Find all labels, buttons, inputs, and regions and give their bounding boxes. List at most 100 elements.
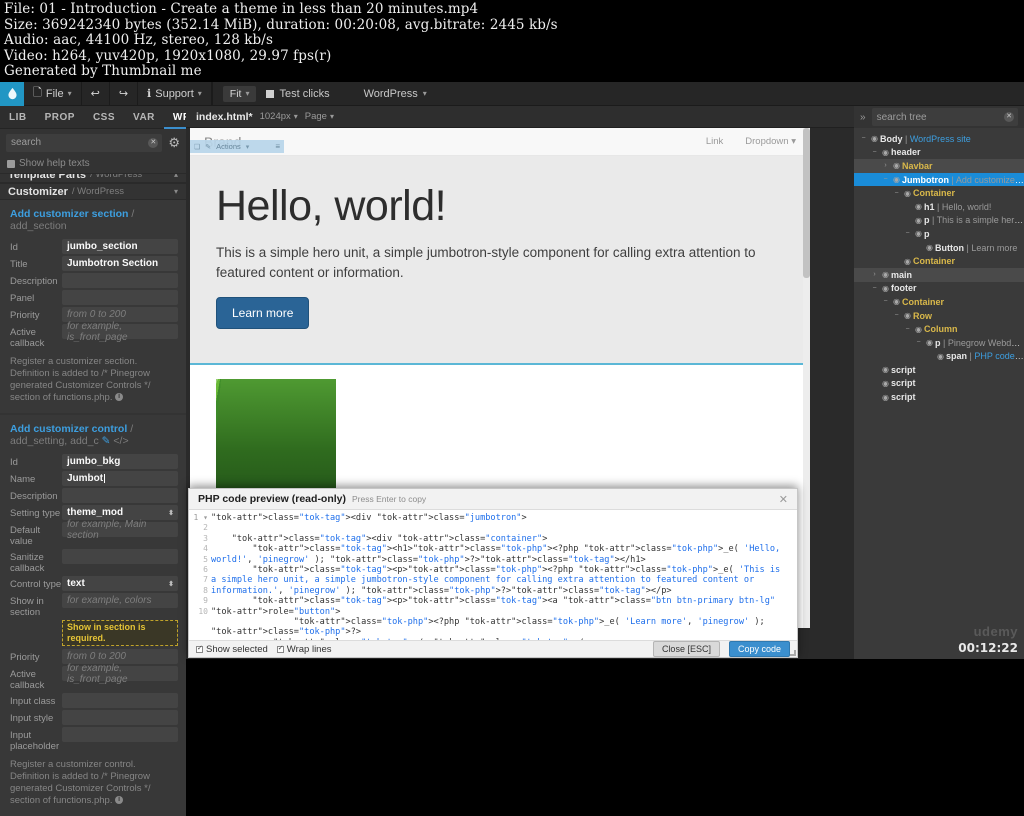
- edit-icon[interactable]: ✎: [205, 143, 211, 151]
- visibility-eye-icon[interactable]: ◉: [902, 257, 913, 266]
- expand-panel-icon[interactable]: »: [860, 112, 866, 123]
- field-panel-input[interactable]: [62, 290, 178, 305]
- file-menu[interactable]: 🗋 File ▾: [24, 81, 82, 106]
- field-id-input[interactable]: jumbo_section: [62, 239, 178, 254]
- fit-zoom-button[interactable]: Fit ▾: [222, 85, 257, 102]
- collapse-icon[interactable]: −: [902, 230, 913, 237]
- resize-handle-icon[interactable]: [790, 650, 796, 656]
- tree-node[interactable]: ◉span | PHP code | YEAR: [854, 350, 1024, 364]
- tree-node[interactable]: ◉ script: [854, 363, 1024, 377]
- tree-node[interactable]: ◉ h1 | Hello, world!: [854, 200, 1024, 214]
- preview-heading[interactable]: Hello, world!: [216, 182, 784, 231]
- gear-icon[interactable]: ⚙: [168, 136, 180, 149]
- collapse-icon[interactable]: −: [891, 190, 902, 197]
- tree-node[interactable]: − ◉ p: [854, 227, 1024, 241]
- wordpress-menu[interactable]: WordPress ▾: [354, 88, 437, 100]
- field-name-input[interactable]: Jumbot: [62, 471, 178, 486]
- tab-css[interactable]: CSS: [84, 106, 124, 129]
- collapse-icon[interactable]: −: [869, 149, 880, 156]
- tree-node[interactable]: −◉p | Pinegrow Webdesign ©: [854, 336, 1024, 350]
- close-icon[interactable]: ✕: [779, 493, 788, 506]
- field-input-placeholder-input[interactable]: [62, 727, 178, 742]
- clear-search-icon[interactable]: ✕: [148, 137, 159, 148]
- collapse-icon[interactable]: −: [891, 312, 902, 319]
- block-title[interactable]: Add customizer section / add_section: [0, 205, 186, 238]
- test-clicks-toggle[interactable]: Test clicks: [256, 88, 339, 100]
- tree-node[interactable]: › ◉ main: [854, 267, 1024, 282]
- field-default-value-input[interactable]: for example, Main section: [62, 519, 178, 541]
- page-filename[interactable]: index.html*: [196, 111, 253, 123]
- visibility-eye-icon[interactable]: ◉: [880, 284, 891, 293]
- preview-jumbotron[interactable]: Hello, world! This is a simple hero unit…: [190, 156, 810, 363]
- show-help-texts-toggle[interactable]: Show help texts: [0, 156, 186, 173]
- visibility-eye-icon[interactable]: ◉: [902, 189, 913, 198]
- tree-node[interactable]: − ◉ footer: [854, 282, 1024, 296]
- wrap-lines-toggle[interactable]: Wrap lines: [276, 644, 332, 655]
- tab-var[interactable]: VAR: [124, 106, 164, 129]
- field-input-style-input[interactable]: [62, 710, 178, 725]
- clear-tree-search-icon[interactable]: ✕: [1004, 112, 1014, 122]
- visibility-eye-icon[interactable]: ◉: [913, 229, 924, 238]
- preview-nav-dropdown[interactable]: Dropdown ▾: [745, 136, 796, 147]
- undo-button[interactable]: ↩: [82, 81, 110, 106]
- visibility-eye-icon[interactable]: ◉: [891, 175, 902, 184]
- field-priority-input[interactable]: from 0 to 200: [62, 649, 178, 664]
- tree-node[interactable]: −◉Jumbotron | Add customizer section...: [854, 172, 1024, 187]
- visibility-eye-icon[interactable]: ◉: [913, 202, 924, 211]
- collapse-icon[interactable]: −: [869, 285, 880, 292]
- visibility-eye-icon[interactable]: ◉: [902, 311, 913, 320]
- preview-nav-link[interactable]: Link: [706, 136, 723, 147]
- visibility-eye-icon[interactable]: ◉: [935, 352, 946, 361]
- tree-node[interactable]: − ◉ Container: [854, 295, 1024, 309]
- tree-node[interactable]: ◉ script: [854, 377, 1024, 391]
- visibility-eye-icon[interactable]: ◉: [880, 270, 891, 279]
- tab-prop[interactable]: PROP: [36, 106, 84, 129]
- collapse-icon[interactable]: −: [858, 135, 869, 142]
- show-selected-toggle[interactable]: Show selected: [196, 644, 268, 655]
- field-active-callback-input[interactable]: for example, is_front_page: [62, 663, 178, 685]
- field-control-type-select[interactable]: text ⬍: [62, 576, 178, 591]
- code-panel-body[interactable]: 1 ▾ 2 3 4 5 6 7 8 9 10 "tok-attr">class="tok-tag"…: [189, 510, 797, 640]
- visibility-eye-icon[interactable]: ◉: [880, 365, 891, 374]
- visibility-eye-icon[interactable]: ◉: [880, 379, 891, 388]
- tree-search-input[interactable]: search tree ✕: [871, 108, 1018, 126]
- field-show-in-section-input[interactable]: for example, colors: [62, 593, 178, 608]
- tree-node[interactable]: › ◉ Navbar: [854, 159, 1024, 173]
- tree-node[interactable]: − ◉ Column: [854, 322, 1024, 336]
- search-input[interactable]: search ✕: [6, 133, 163, 152]
- section-customizer[interactable]: Customizer / WordPress ▾: [0, 183, 186, 200]
- code-content[interactable]: "tok-attr">class="tok-tag"><div "tok-att…: [211, 513, 797, 640]
- field-input-class-input[interactable]: [62, 693, 178, 708]
- info-icon[interactable]: i: [115, 393, 124, 402]
- collapse-icon[interactable]: −: [880, 298, 891, 305]
- code-icon[interactable]: </>: [113, 435, 128, 447]
- visibility-eye-icon[interactable]: ◉: [891, 161, 902, 170]
- page-menu[interactable]: Page ▾: [305, 111, 334, 122]
- collapse-icon[interactable]: −: [913, 339, 924, 346]
- scrollbar-thumb[interactable]: [803, 128, 810, 278]
- visibility-eye-icon[interactable]: ◉: [869, 134, 880, 143]
- learn-more-button[interactable]: Learn more: [216, 297, 310, 329]
- visibility-eye-icon[interactable]: ◉: [891, 297, 902, 306]
- support-menu[interactable]: ℹ Support ▾: [138, 81, 212, 106]
- edit-icon[interactable]: ✎: [102, 435, 111, 447]
- visibility-eye-icon[interactable]: ◉: [913, 325, 924, 334]
- expand-icon[interactable]: ›: [880, 162, 891, 169]
- tree-node[interactable]: ◉ Button | Learn more: [854, 241, 1024, 255]
- tree-node[interactable]: ◉p | This is a simple hero unit, a: [854, 214, 1024, 228]
- collapse-icon[interactable]: −: [902, 326, 913, 333]
- tab-lib[interactable]: LIB: [0, 106, 36, 129]
- tree-node[interactable]: − ◉ Container: [854, 186, 1024, 200]
- field-sanitize-callback-input[interactable]: [62, 549, 178, 564]
- close-button[interactable]: Close [ESC]: [652, 641, 720, 657]
- block-title[interactable]: Add customizer control / add_setting, ad…: [0, 420, 186, 453]
- element-actions-overlay[interactable]: ❏ ✎ Actions ▾ ≡: [190, 140, 284, 153]
- visibility-eye-icon[interactable]: ◉: [913, 216, 924, 225]
- visibility-eye-icon[interactable]: ◉: [924, 338, 935, 347]
- page-width-selector[interactable]: 1024px ▾: [260, 111, 298, 122]
- field-id-input[interactable]: jumbo_bkg: [62, 454, 178, 469]
- copy-code-button[interactable]: Copy code: [728, 641, 790, 657]
- tree-node[interactable]: − ◉ header: [854, 146, 1024, 160]
- visibility-eye-icon[interactable]: ◉: [924, 243, 935, 252]
- app-logo-icon[interactable]: [0, 81, 24, 106]
